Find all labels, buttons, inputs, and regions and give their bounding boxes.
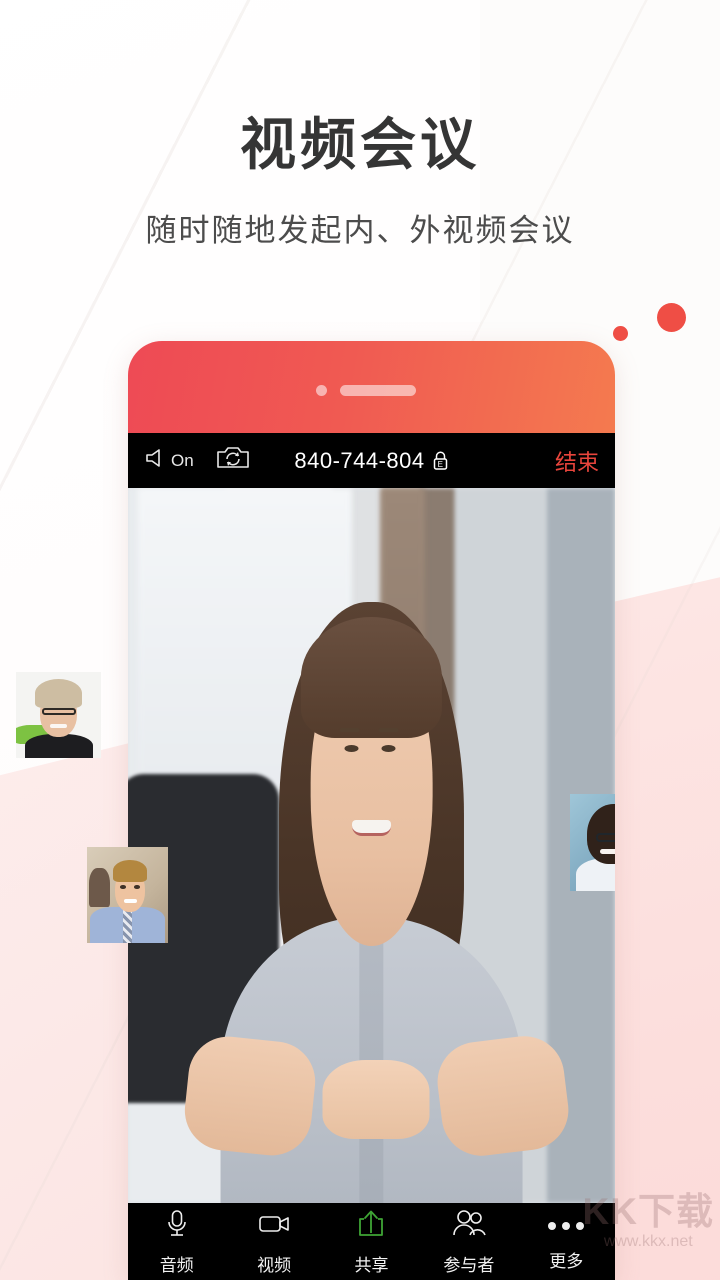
toolbar-label-audio: 音频 <box>159 1255 194 1275</box>
floating-thumb-man-blue-shirt[interactable] <box>87 847 168 943</box>
participant-arm-right <box>433 1031 573 1161</box>
watermark-url: www.kkx.net <box>603 1233 693 1250</box>
toolbar-button-share[interactable]: 共享 <box>323 1208 420 1276</box>
meeting-id-display: 840-744-804 E <box>128 448 615 474</box>
lock-encrypted-icon: E <box>432 450 449 471</box>
toolbar-label-video: 视频 <box>257 1255 292 1275</box>
microphone-icon <box>162 1208 192 1245</box>
video-camera-icon <box>257 1208 291 1245</box>
meeting-top-bar: On 840-744-804 E 结束 <box>128 433 615 488</box>
participant-arm-left <box>180 1032 319 1160</box>
phone-mockup: On 840-744-804 E 结束 音频 视频 共享 参与者 更多 <box>128 341 615 1280</box>
promo-screen: 视频会议 随时随地发起内、外视频会议 On 840-744-804 E 结束 音… <box>0 0 720 1280</box>
svg-text:E: E <box>437 460 443 469</box>
toolbar-button-audio[interactable]: 音频 <box>128 1208 225 1276</box>
toolbar-label-more: 更多 <box>549 1252 584 1271</box>
end-meeting-button[interactable]: 结束 <box>555 445 599 477</box>
participant-hands <box>322 1060 430 1139</box>
toolbar-button-video[interactable]: 视频 <box>225 1208 322 1276</box>
meeting-id-text: 840-744-804 <box>294 447 425 473</box>
video-stage[interactable] <box>128 488 615 1203</box>
participants-icon <box>451 1208 487 1245</box>
toolbar-label-share: 共享 <box>354 1255 389 1275</box>
decor-dot-large <box>657 303 686 332</box>
watermark: KK下载 www.kkx.net <box>583 1193 714 1250</box>
main-participant-video <box>128 488 615 1203</box>
watermark-brand: KK下载 <box>582 1191 714 1232</box>
toolbar-button-participants[interactable]: 参与者 <box>420 1208 517 1276</box>
decor-dot-small <box>613 326 628 341</box>
phone-top-bezel <box>128 341 615 433</box>
earpiece-speaker <box>340 385 416 396</box>
participant-smile <box>352 820 391 837</box>
participant-brow-left <box>339 727 360 732</box>
share-upload-icon <box>356 1208 386 1245</box>
toolbar-label-participants: 参与者 <box>443 1255 495 1275</box>
participant-hair-top <box>300 616 443 739</box>
participant-brow-right <box>378 727 399 732</box>
page-subtitle: 随时随地发起内、外视频会议 <box>145 213 575 248</box>
more-dots-icon <box>548 1211 585 1241</box>
page-title: 视频会议 <box>240 113 480 176</box>
floating-thumb-older-woman[interactable] <box>16 672 101 758</box>
participant-thumb-glasses-woman[interactable] <box>570 794 615 891</box>
meeting-toolbar: 音频 视频 共享 参与者 更多 <box>128 1203 615 1280</box>
front-camera-dot <box>316 385 327 396</box>
